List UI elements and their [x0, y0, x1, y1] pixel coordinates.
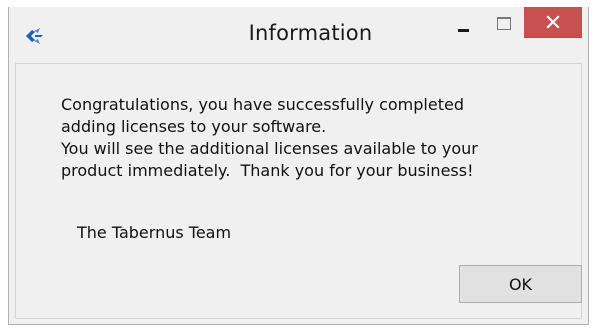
close-icon: [546, 15, 560, 29]
ok-button[interactable]: OK: [459, 265, 582, 303]
message-line: product immediately. Thank you for your …: [61, 161, 474, 180]
information-dialog: Information Congratulations, you have su…: [8, 7, 589, 325]
close-button[interactable]: [524, 7, 582, 38]
message-text: Congratulations, you have successfully c…: [61, 94, 541, 182]
signature-text: The Tabernus Team: [77, 223, 232, 242]
message-line: You will see the additional licenses ava…: [61, 139, 478, 158]
title-bar[interactable]: Information: [9, 7, 588, 63]
minimize-button[interactable]: [446, 7, 486, 47]
dialog-content: Congratulations, you have successfully c…: [15, 63, 582, 319]
message-line: adding licenses to your software.: [61, 117, 327, 136]
window-title-text: Information: [248, 21, 373, 45]
maximize-button[interactable]: [489, 7, 529, 47]
message-line: Congratulations, you have successfully c…: [61, 95, 464, 114]
